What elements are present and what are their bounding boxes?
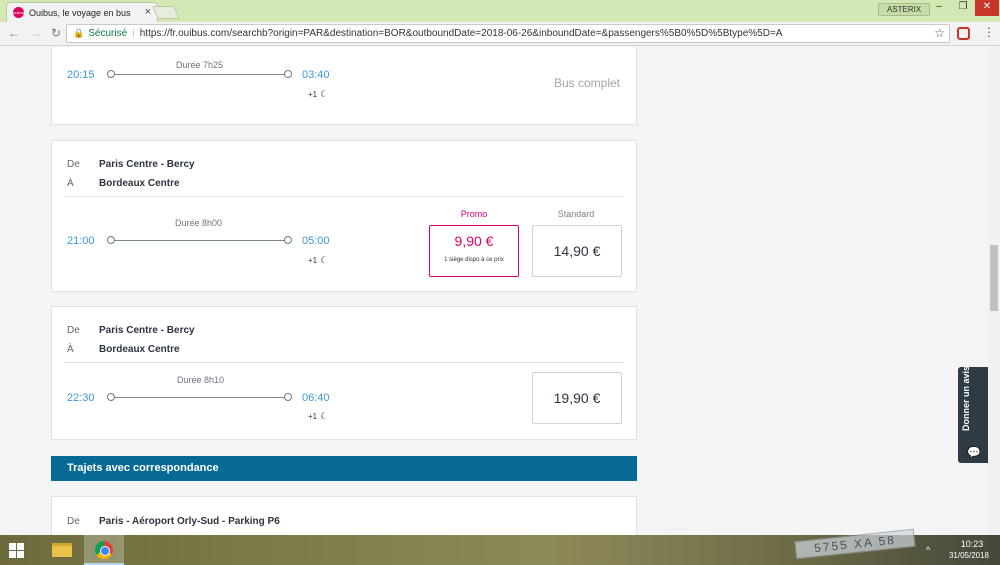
to-label: À <box>67 178 74 189</box>
ouibus-favicon-icon: ouibus <box>13 7 25 18</box>
departure-time: 20:15 <box>67 69 95 81</box>
standard-price: 19,90 € <box>553 390 601 406</box>
chrome-taskbar-button[interactable] <box>84 535 124 565</box>
arrival-time: 06:40 <box>302 392 330 404</box>
start-icon[interactable] <box>9 543 24 558</box>
browser-toolbar: ← → ↻ 🔒 Sécurisé | https://fr.ouibus.com… <box>0 22 1000 46</box>
moon-icon: ☾ <box>320 89 329 99</box>
trip-timeline <box>107 393 292 403</box>
trip-duration: Durée 8h00 <box>175 218 223 228</box>
trip-card: De Paris - Aéroport Orly-Sud - Parking P… <box>51 496 637 535</box>
address-bar[interactable]: 🔒 Sécurisé | https://fr.ouibus.com/searc… <box>66 24 950 43</box>
clock-date[interactable]: 31/05/2018 <box>942 551 996 560</box>
window-close-icon[interactable]: ✕ <box>975 0 999 16</box>
maximize-icon[interactable]: ❐ <box>951 0 975 16</box>
departure-dot <box>107 393 115 401</box>
promo-price-button[interactable]: 9,90 € 1 siège dispo à ce prix <box>429 225 519 277</box>
origin-station: Paris - Aéroport Orly-Sud - Parking P6 <box>99 516 280 527</box>
next-day-indicator: +1 ☾ <box>308 411 328 422</box>
from-label: De <box>67 325 80 336</box>
clock-time[interactable]: 10:23 <box>952 539 992 549</box>
trip-duration: Durée 8h10 <box>177 375 225 385</box>
promo-seat-note: 1 siège dispo à ce prix <box>444 257 504 263</box>
folder-icon <box>52 543 72 557</box>
next-day-indicator: +1 ☾ <box>308 255 328 266</box>
departure-time: 22:30 <box>67 392 95 404</box>
page-content: Durée 7h25 20:15 03:40 +1 ☾ Bus complet D… <box>0 47 1000 535</box>
trip-duration: Durée 7h25 <box>176 60 224 70</box>
standard-price-button[interactable]: 14,90 € <box>532 225 622 277</box>
trip-timeline <box>107 236 292 246</box>
extension-icon[interactable] <box>957 27 970 40</box>
origin-station: Paris Centre - Bercy <box>99 159 195 170</box>
origin-station: Paris Centre - Bercy <box>99 325 195 336</box>
taskbar: 5755 XA 58 ^ 10:23 31/05/2018 <box>0 528 1000 565</box>
moon-icon: ☾ <box>320 255 329 265</box>
section-header: Trajets avec correspondance <box>51 456 637 481</box>
chrome-icon <box>95 541 113 559</box>
tab-title: Ouibus, le voyage en bus <box>29 7 131 18</box>
forward-icon[interactable]: → <box>28 25 44 41</box>
bus-complet-label: Bus complet <box>553 76 620 90</box>
divider <box>64 362 624 363</box>
lock-icon: 🔒 <box>73 28 85 38</box>
divider <box>64 196 624 197</box>
next-day-indicator: +1 ☾ <box>308 89 328 100</box>
standard-price: 14,90 € <box>553 243 601 259</box>
url-separator: | <box>132 28 135 39</box>
tab-close-icon[interactable]: × <box>145 6 151 18</box>
to-label: À <box>67 344 74 355</box>
departure-time: 21:00 <box>67 235 95 247</box>
new-tab-button[interactable] <box>151 6 181 19</box>
from-label: De <box>67 159 80 170</box>
next-day-label: +1 <box>308 90 318 99</box>
star-icon[interactable]: ☆ <box>934 26 945 40</box>
profile-badge[interactable]: ASTERIX <box>878 3 931 16</box>
file-explorer-button[interactable] <box>42 535 82 565</box>
destination-station: Bordeaux Centre <box>99 344 180 355</box>
next-day-label: +1 <box>308 256 318 265</box>
back-icon[interactable]: ← <box>6 25 22 41</box>
standard-price-button[interactable]: 19,90 € <box>532 372 622 424</box>
url-text[interactable]: https://fr.ouibus.com/searchb?origin=PAR… <box>140 28 920 39</box>
moon-icon: ☾ <box>320 411 329 421</box>
trip-timeline <box>107 70 292 80</box>
departure-dot <box>107 70 115 78</box>
scrollbar-thumb[interactable] <box>990 245 998 311</box>
from-label: De <box>67 516 80 527</box>
secure-label: Sécurisé <box>88 28 128 39</box>
browser-titlebar: ouibus Ouibus, le voyage en bus × ASTERI… <box>0 0 1000 22</box>
promo-price: 9,90 € <box>454 233 494 249</box>
arrival-dot <box>284 70 292 78</box>
arrival-time: 03:40 <box>302 69 330 81</box>
scrollbar[interactable] <box>988 47 1000 535</box>
destination-station: Bordeaux Centre <box>99 178 180 189</box>
browser-tab[interactable]: ouibus Ouibus, le voyage en bus × <box>6 2 158 22</box>
trip-card: De Paris Centre - Bercy À Bordeaux Centr… <box>51 140 637 292</box>
standard-label: Standard <box>557 209 595 219</box>
arrival-time: 05:00 <box>302 235 330 247</box>
menu-icon[interactable]: ⋮ <box>983 26 995 38</box>
tray-chevron-icon[interactable]: ^ <box>926 545 930 555</box>
promo-label: Promo <box>460 209 488 219</box>
chat-icon: 💬 <box>967 447 981 459</box>
trip-card: De Paris Centre - Bercy À Bordeaux Centr… <box>51 306 637 440</box>
minimize-icon[interactable]: – <box>927 0 951 16</box>
departure-dot <box>107 236 115 244</box>
reload-icon[interactable]: ↻ <box>48 25 64 41</box>
trip-card-full: Durée 7h25 20:15 03:40 +1 ☾ Bus complet <box>51 47 637 125</box>
feedback-label: Donner un avis <box>961 365 971 431</box>
arrival-dot <box>284 236 292 244</box>
arrival-dot <box>284 393 292 401</box>
feedback-button[interactable]: Donner un avis 💬 <box>958 366 988 463</box>
next-day-label: +1 <box>308 412 318 421</box>
